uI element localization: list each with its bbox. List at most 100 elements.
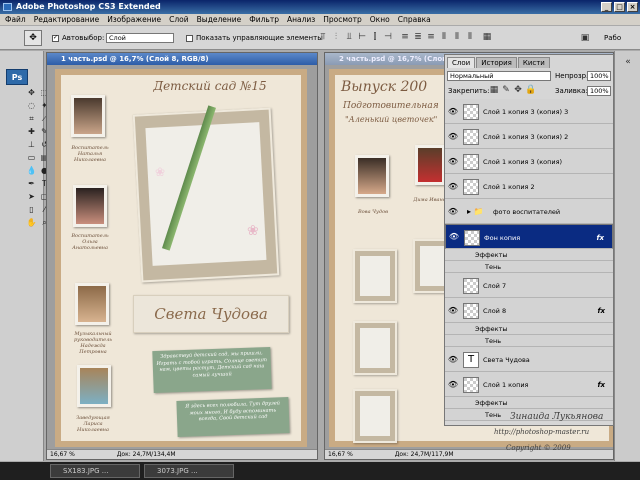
menu-image[interactable]: Изображение: [107, 14, 161, 26]
layer-row[interactable]: 👁 Слой 8 fx: [445, 298, 613, 323]
align-left-icon[interactable]: ⊢: [357, 32, 367, 42]
fill-value: 100%: [590, 87, 609, 95]
visibility-eye-icon[interactable]: 👁: [446, 380, 460, 389]
visibility-eye-icon[interactable]: 👁: [446, 107, 460, 116]
show-controls-checkbox[interactable]: [186, 34, 193, 42]
path-select-tool-icon[interactable]: ➤: [26, 191, 37, 202]
visibility-eye-icon[interactable]: 👁: [446, 182, 460, 191]
tab-history[interactable]: История: [476, 57, 517, 68]
eraser-tool-icon[interactable]: ▭: [26, 152, 37, 163]
teacher-caption-4: Заведующая Лариса Николаевна: [76, 415, 110, 433]
tab-layers[interactable]: Слои: [447, 57, 476, 68]
align-vcenter-icon[interactable]: ⫶: [331, 32, 341, 42]
auto-align-icon[interactable]: ▦: [482, 32, 492, 42]
layer-row[interactable]: 👁 Слой 1 копия 3 (копия) 3: [445, 99, 613, 124]
layer-group-row[interactable]: 👁 ▸ 📁 фото воспитателей: [445, 199, 613, 224]
distribute-hcenter-icon[interactable]: ⦀: [452, 32, 462, 42]
layer-row[interactable]: 👁 Слой 1 копия 3 (копия) 2: [445, 124, 613, 149]
distribute-left-icon[interactable]: ⦀: [439, 32, 449, 42]
taskbar-item-1[interactable]: SX183.JPG ...: [50, 464, 140, 478]
visibility-eye-icon[interactable]: 👁: [446, 355, 460, 364]
move-tool-preset-button[interactable]: ✥: [24, 30, 42, 46]
menu-file[interactable]: Файл: [5, 14, 26, 26]
close-button[interactable]: ×: [627, 2, 638, 12]
healing-tool-icon[interactable]: ✚: [26, 126, 37, 137]
toolbox: Ps ✥ ⬚ ◌ ✦ ⌗ ⟋ ✚ ✎ ⊥ ↺ ▭ ▤ 💧 ● ✒ T ➤ ▢ ▯ ⁄ ✋ ⌕: [0, 51, 48, 480]
minimize-button[interactable]: _: [601, 2, 612, 12]
menu-view[interactable]: Просмотр: [323, 14, 362, 26]
layer-effects-row[interactable]: Эффекты: [445, 249, 613, 261]
align-bottom-icon[interactable]: ⫫: [344, 32, 354, 42]
menu-layer[interactable]: Слой: [169, 14, 189, 26]
fill-input[interactable]: 100%: [587, 86, 611, 96]
stamp-tool-icon[interactable]: ⊥: [26, 139, 37, 150]
doc-size-info[interactable]: Док: 24,7M/134,4M: [117, 451, 176, 458]
distribute-vcenter-icon[interactable]: ≣: [413, 32, 423, 42]
name-plate: Света Чудова: [133, 295, 289, 333]
move-tool-icon[interactable]: ✥: [26, 87, 37, 98]
layer-fx-icon[interactable]: fx: [597, 381, 605, 389]
autoselect-dropdown[interactable]: Слой: [106, 33, 174, 43]
hand-tool-icon[interactable]: ✋: [26, 217, 37, 228]
folder-icon[interactable]: ▸ 📁: [467, 207, 484, 216]
document-window-1[interactable]: 1 часть.psd @ 16,7% (Слой 8, RGB/8) Детс…: [46, 52, 318, 460]
maximize-button[interactable]: □: [614, 2, 625, 12]
align-top-icon[interactable]: ⫪: [318, 32, 328, 42]
blend-mode-dropdown[interactable]: Нормальный: [447, 71, 551, 81]
distribute-right-icon[interactable]: ⦀: [465, 32, 475, 42]
tab-brushes[interactable]: Кисти: [517, 57, 550, 68]
lock-position-icon[interactable]: ✥: [513, 85, 523, 95]
align-hcenter-icon[interactable]: ⫿: [370, 32, 380, 42]
lasso-tool-icon[interactable]: ◌: [26, 100, 37, 111]
menu-help[interactable]: Справка: [398, 14, 431, 26]
menu-filter[interactable]: Фильтр: [249, 14, 279, 26]
layer-row[interactable]: 👁 Слой 1 копия 3 (копия): [445, 149, 613, 174]
layer-fx-icon[interactable]: fx: [596, 234, 604, 242]
document-1-title[interactable]: 1 часть.psd @ 16,7% (Слой 8, RGB/8): [47, 53, 317, 65]
menu-analysis[interactable]: Анализ: [287, 14, 315, 26]
layer-effect-shadow-row[interactable]: Тень: [445, 261, 613, 273]
menu-window[interactable]: Окно: [370, 14, 390, 26]
pen-tool-icon[interactable]: ✒: [26, 178, 37, 189]
distribute-bottom-icon[interactable]: ≡: [426, 32, 436, 42]
document-1-canvas[interactable]: Детский сад №15 Воспитатель Наталья Нико…: [55, 69, 307, 447]
layer-effects-row[interactable]: Эффекты: [445, 323, 613, 335]
lock-all-icon[interactable]: 🔒: [525, 85, 536, 95]
menu-select[interactable]: Выделение: [197, 14, 242, 26]
opacity-value: 100%: [590, 72, 609, 80]
crop-tool-icon[interactable]: ⌗: [26, 113, 37, 124]
opacity-input[interactable]: 100%: [587, 71, 611, 81]
zoom-level-2[interactable]: 16,67 %: [328, 451, 353, 458]
lock-image-icon[interactable]: ✎: [501, 85, 511, 95]
layer-effects-row[interactable]: Эффекты: [445, 397, 613, 409]
taskbar-item-2[interactable]: 3073.JPG ...: [144, 464, 234, 478]
visibility-eye-icon[interactable]: 👁: [446, 306, 460, 315]
blur-tool-icon[interactable]: 💧: [26, 165, 37, 176]
layer-thumbnail: [463, 376, 479, 393]
layer-row[interactable]: 👁 Фон копия fx: [445, 224, 613, 249]
autoselect-checkbox[interactable]: [52, 34, 59, 42]
visibility-eye-icon[interactable]: 👁: [447, 232, 461, 241]
layer-row[interactable]: 👁 T Света Чудова: [445, 347, 613, 372]
bridge-icon[interactable]: ▣: [580, 33, 590, 43]
autoselect-value: Слой: [109, 34, 126, 42]
visibility-eye-icon[interactable]: 👁: [446, 207, 460, 216]
layer-row[interactable]: 👁 Слой 1 копия 2: [445, 174, 613, 199]
doc-size-info-2[interactable]: Док: 24,7M/117,9M: [395, 451, 454, 458]
teacher-photo-1: [71, 95, 105, 137]
zoom-level[interactable]: 16,67 %: [50, 451, 75, 458]
layer-effect-shadow-row[interactable]: Тень: [445, 335, 613, 347]
layer-row[interactable]: 👁 Слой 1 копия fx: [445, 372, 613, 397]
menu-edit[interactable]: Редактирование: [34, 14, 99, 26]
lock-transparency-icon[interactable]: ▦: [489, 85, 499, 95]
align-right-icon[interactable]: ⊣: [383, 32, 393, 42]
collapse-panels-icon[interactable]: «: [623, 57, 633, 67]
workspace-label[interactable]: Рабо: [604, 34, 621, 42]
layer-name: Света Чудова: [483, 355, 530, 364]
layer-fx-icon[interactable]: fx: [597, 307, 605, 315]
distribute-top-icon[interactable]: ≡: [400, 32, 410, 42]
visibility-eye-icon[interactable]: 👁: [446, 132, 460, 141]
notes-tool-icon[interactable]: ▯: [26, 204, 37, 215]
visibility-eye-icon[interactable]: 👁: [446, 157, 460, 166]
layer-row[interactable]: Слой 7: [445, 273, 613, 298]
